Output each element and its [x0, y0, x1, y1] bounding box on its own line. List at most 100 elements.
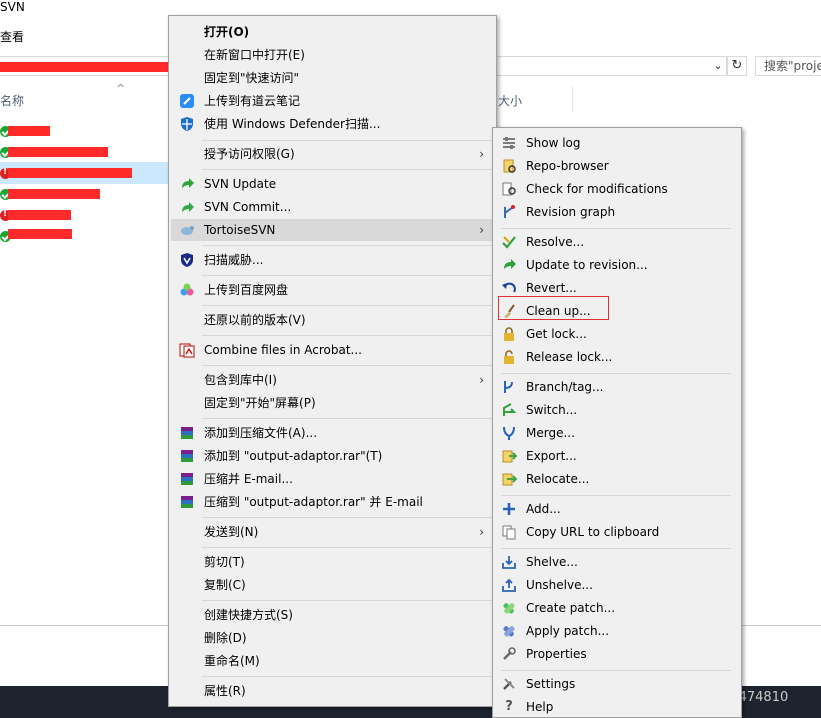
- menu-item-pin-start[interactable]: 固定到"开始"屏幕(P): [171, 392, 494, 414]
- file-row[interactable]: [0, 204, 175, 226]
- menu-item-create-shortcut[interactable]: 创建快捷方式(S): [171, 604, 494, 626]
- menu-item-grant-access[interactable]: 授予访问权限(G) ›: [171, 143, 494, 165]
- branch-icon: [501, 379, 517, 395]
- svn-item-revision-graph[interactable]: Revision graph: [495, 201, 739, 223]
- menu-item-combine-acrobat[interactable]: Combine files in Acrobat...: [171, 339, 494, 361]
- svn-item-branch-tag[interactable]: Branch/tag...: [495, 376, 739, 398]
- svn-item-unshelve[interactable]: Unshelve...: [495, 574, 739, 596]
- svn-item-properties[interactable]: Properties: [495, 643, 739, 665]
- svn-item-release-lock[interactable]: Release lock...: [495, 346, 739, 368]
- tortoisesvn-icon: [179, 222, 195, 238]
- column-header-name[interactable]: 名称: [0, 92, 24, 109]
- lock-icon: [501, 326, 517, 342]
- menu-item-add-to-rar[interactable]: 添加到 "output-adaptor.rar"(T): [171, 445, 494, 467]
- svn-item-get-lock[interactable]: Get lock...: [495, 323, 739, 345]
- menu-separator: [501, 228, 731, 229]
- menu-separator: [202, 547, 493, 548]
- menu-item-compress-rar-email[interactable]: 压缩到 "output-adaptor.rar" 并 E-mail: [171, 491, 494, 513]
- svn-item-merge[interactable]: Merge...: [495, 422, 739, 444]
- resolve-icon: [501, 234, 517, 250]
- svn-item-relocate[interactable]: Relocate...: [495, 468, 739, 490]
- menu-item-add-archive[interactable]: 添加到压缩文件(A)...: [171, 422, 494, 444]
- winrar-icon: [179, 425, 195, 441]
- menu-item-properties[interactable]: 属性(R): [171, 680, 494, 702]
- baidu-netdisk-icon: [179, 282, 195, 298]
- plus-icon: [501, 501, 517, 517]
- svn-commit-icon: [179, 199, 195, 215]
- context-menu: 打开(O) 在新窗口中打开(E) 固定到"快速访问" 上传到有道云笔记 使用 W…: [168, 15, 497, 707]
- svn-item-resolve[interactable]: Resolve...: [495, 231, 739, 253]
- menu-item-youdao-upload[interactable]: 上传到有道云笔记: [171, 90, 494, 112]
- menu-item-baidu-upload[interactable]: 上传到百度网盘: [171, 279, 494, 301]
- chevron-right-icon: ›: [479, 373, 484, 387]
- switch-icon: [501, 402, 517, 418]
- redacted-filename: [8, 126, 50, 136]
- unshelve-icon: [501, 577, 517, 593]
- menu-item-svn-update[interactable]: SVN Update: [171, 173, 494, 195]
- menu-item-send-to[interactable]: 发送到(N) ›: [171, 521, 494, 543]
- svn-item-settings[interactable]: Settings: [495, 673, 739, 695]
- search-input[interactable]: 搜索"proje: [755, 56, 821, 76]
- file-row[interactable]: [0, 141, 175, 163]
- youdao-note-icon: [179, 93, 195, 109]
- file-row[interactable]: [0, 120, 175, 142]
- menu-item-restore-versions[interactable]: 还原以前的版本(V): [171, 309, 494, 331]
- menu-separator: [202, 140, 493, 141]
- menu-separator: [202, 305, 493, 306]
- patch-icon: [501, 623, 517, 639]
- svn-item-help[interactable]: ? Help: [495, 696, 739, 718]
- menu-item-svn-commit[interactable]: SVN Commit...: [171, 196, 494, 218]
- menu-separator: [202, 418, 493, 419]
- menu-item-delete[interactable]: 删除(D): [171, 627, 494, 649]
- menu-separator: [501, 670, 731, 671]
- acrobat-icon: [179, 342, 195, 358]
- highlight-annotation-box: [498, 296, 609, 320]
- svn-item-create-patch[interactable]: Create patch...: [495, 597, 739, 619]
- unlock-icon: [501, 349, 517, 365]
- svn-item-export[interactable]: Export...: [495, 445, 739, 467]
- window-title: SVN: [0, 0, 25, 14]
- chevron-down-icon[interactable]: ⌄: [711, 58, 725, 74]
- svn-item-switch[interactable]: Switch...: [495, 399, 739, 421]
- svn-item-apply-patch[interactable]: Apply patch...: [495, 620, 739, 642]
- menu-item-defender-scan[interactable]: 使用 Windows Defender扫描...: [171, 113, 494, 135]
- menu-separator: [202, 365, 493, 366]
- menu-item-open[interactable]: 打开(O): [171, 21, 494, 43]
- menu-item-compress-email[interactable]: 压缩并 E-mail...: [171, 468, 494, 490]
- refresh-icon[interactable]: ↻: [727, 56, 747, 76]
- relocate-icon: [501, 471, 518, 487]
- menu-item-include-library[interactable]: 包含到库中(I) ›: [171, 369, 494, 391]
- menu-item-scan-threats[interactable]: 扫描威胁...: [171, 249, 494, 271]
- menu-separator: [202, 676, 493, 677]
- svn-item-update-to-revision[interactable]: Update to revision...: [495, 254, 739, 276]
- svn-item-show-log[interactable]: Show log: [495, 132, 739, 154]
- column-header-size[interactable]: 大小: [498, 92, 522, 109]
- revision-graph-icon: [501, 204, 517, 220]
- svn-item-add[interactable]: Add...: [495, 498, 739, 520]
- show-log-icon: [501, 135, 517, 151]
- menu-item-pin-quick-access[interactable]: 固定到"快速访问": [171, 67, 494, 89]
- menu-item-copy[interactable]: 复制(C): [171, 574, 494, 596]
- help-icon: ?: [505, 699, 513, 714]
- svn-item-repo-browser[interactable]: Repo-browser: [495, 155, 739, 177]
- revert-icon: [501, 280, 517, 296]
- file-row[interactable]: [0, 183, 175, 205]
- menu-item-open-new-window[interactable]: 在新窗口中打开(E): [171, 44, 494, 66]
- menu-separator: [501, 495, 731, 496]
- svn-item-shelve[interactable]: Shelve...: [495, 551, 739, 573]
- menu-item-tortoisesvn[interactable]: TortoiseSVN ›: [171, 219, 494, 241]
- svn-update-icon: [179, 176, 195, 192]
- svn-item-copy-url[interactable]: Copy URL to clipboard: [495, 521, 739, 543]
- chevron-right-icon: ›: [479, 525, 484, 539]
- column-divider[interactable]: [572, 86, 573, 112]
- winrar-icon: [179, 494, 195, 510]
- svn-item-check-modifications[interactable]: Check for modifications: [495, 178, 739, 200]
- menu-item-cut[interactable]: 剪切(T): [171, 551, 494, 573]
- file-row-selected[interactable]: [0, 162, 175, 184]
- wrench-icon: [501, 646, 517, 662]
- ribbon-tab-view[interactable]: 查看: [0, 28, 24, 45]
- menu-item-rename[interactable]: 重命名(M): [171, 650, 494, 672]
- patch-icon: [501, 600, 517, 616]
- check-modifications-icon: [501, 181, 517, 197]
- file-row[interactable]: [0, 225, 175, 247]
